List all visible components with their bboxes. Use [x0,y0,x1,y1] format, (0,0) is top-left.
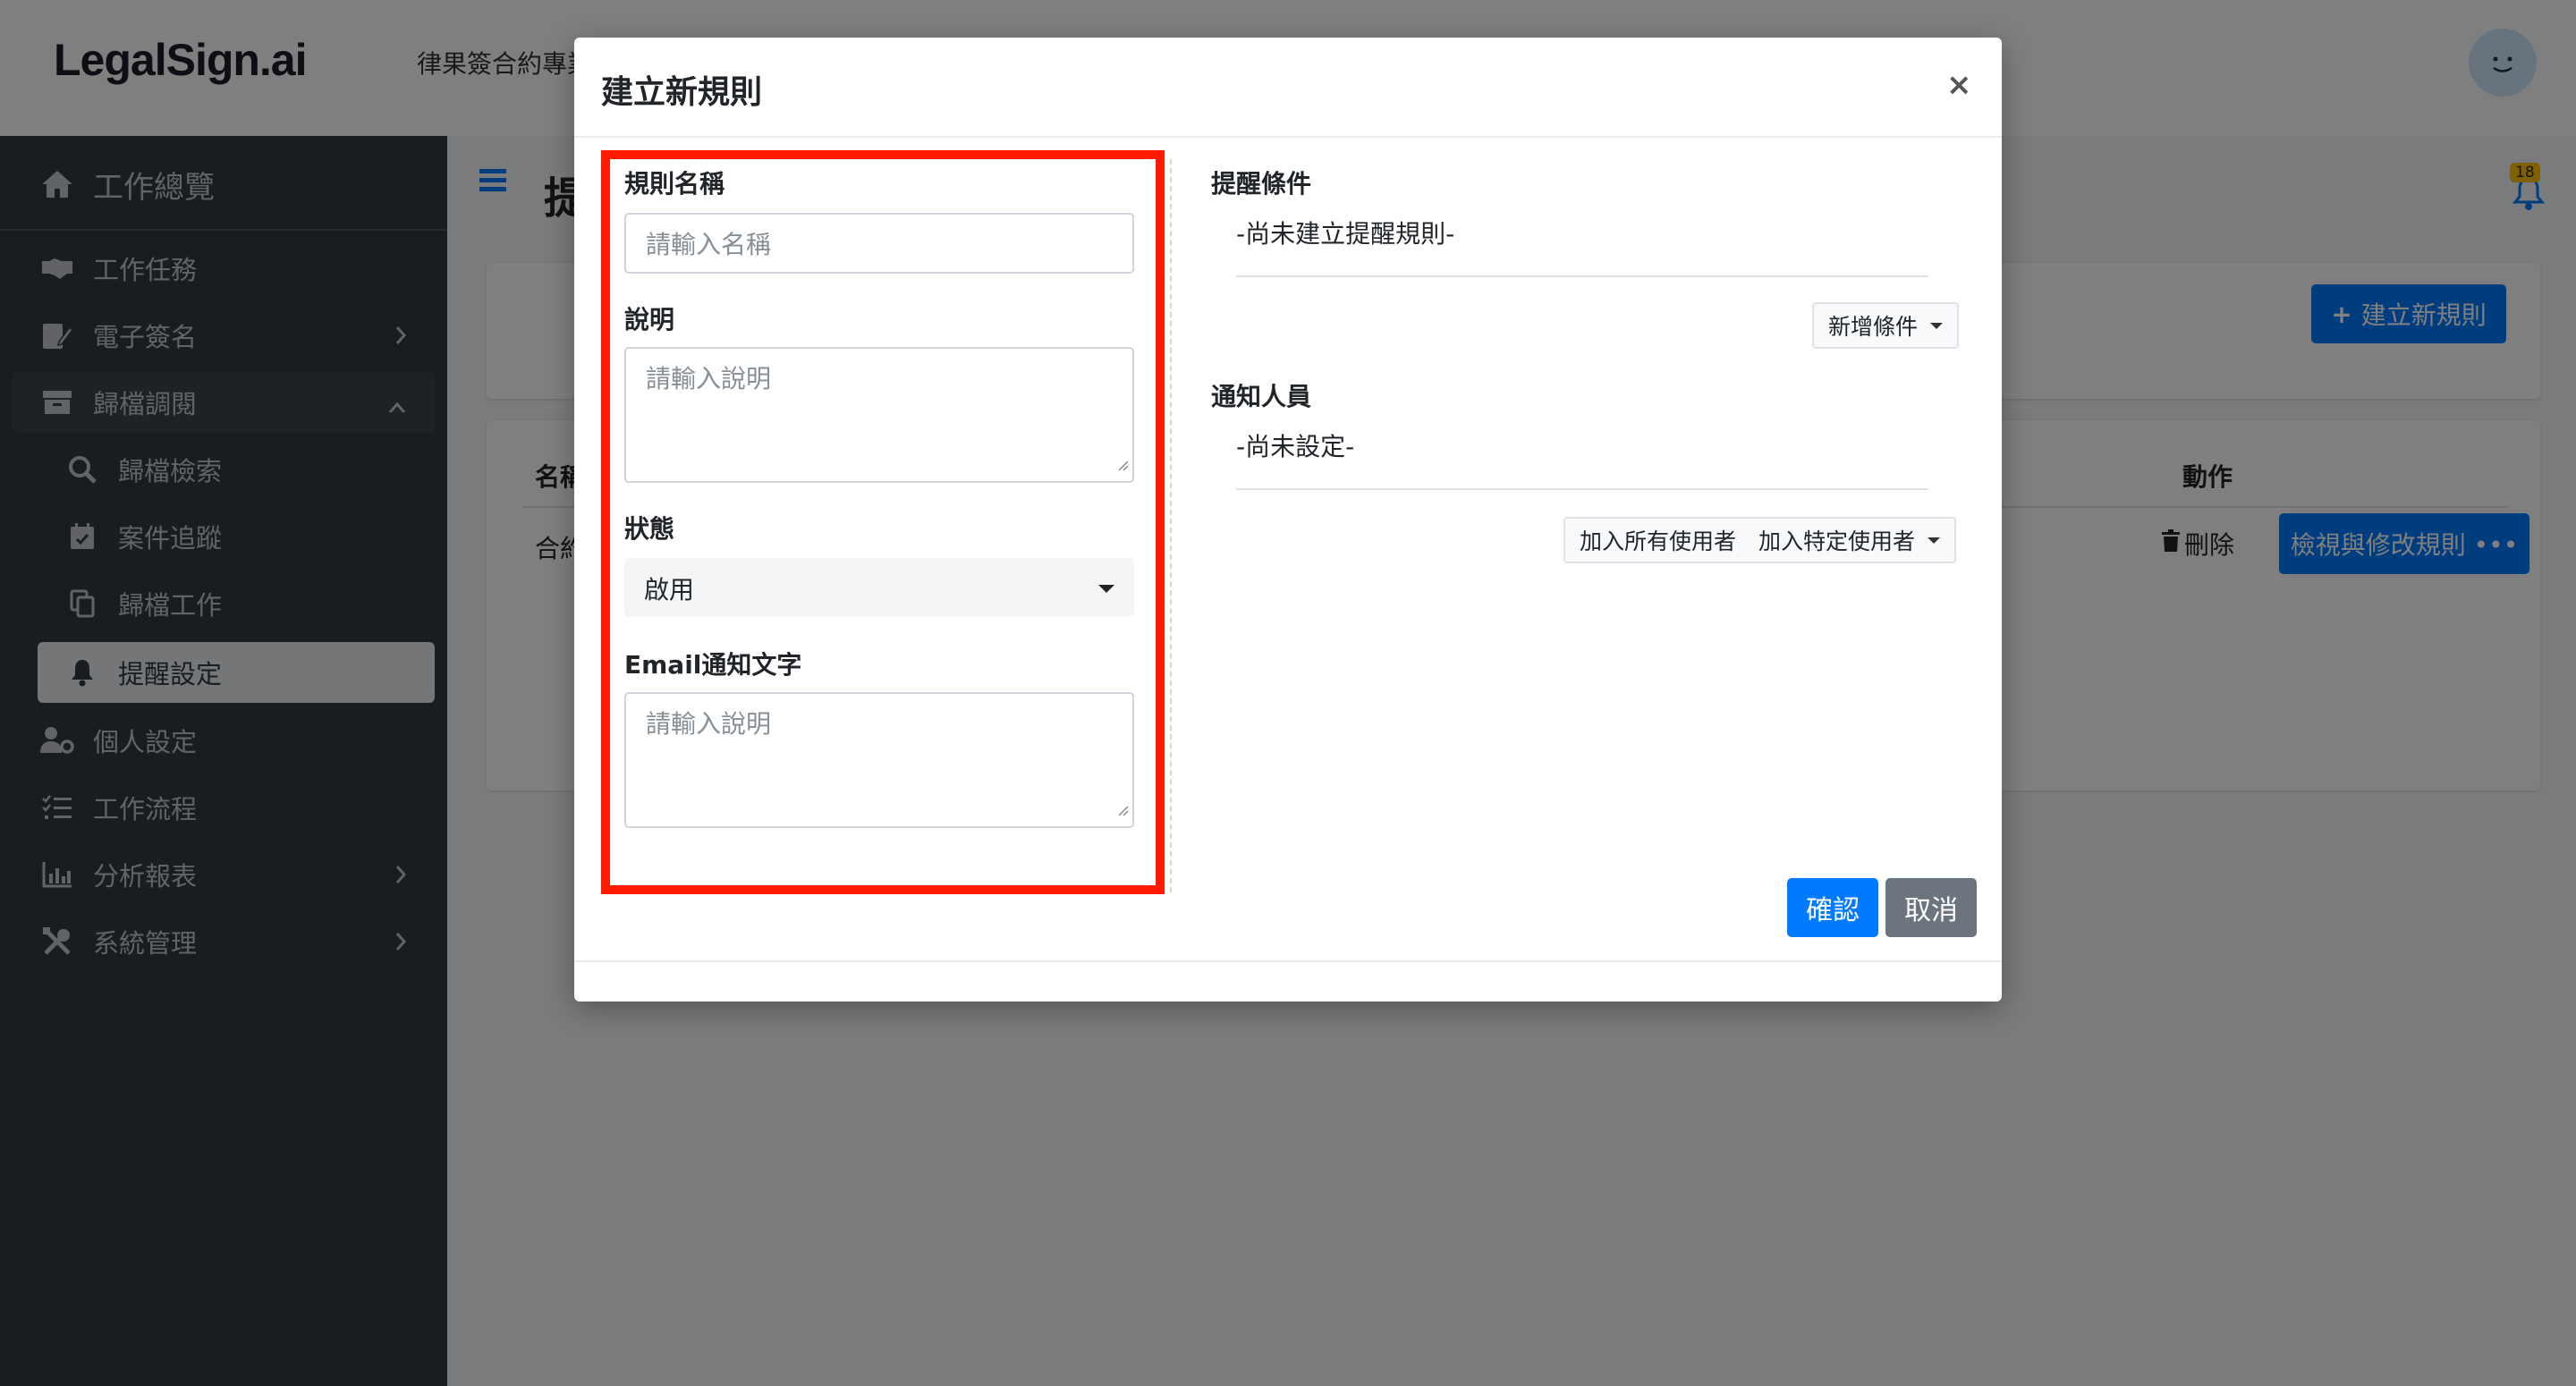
status-label: 狀態 [624,514,675,544]
close-icon[interactable]: × [1946,70,1972,100]
column-divider [1170,159,1172,892]
condition-divider [1236,275,1928,277]
resize-handle-icon[interactable] [1114,793,1129,823]
caret-down-icon [1098,585,1114,593]
cancel-button[interactable]: 取消 [1885,878,1977,937]
modal-footer-divider [574,960,2002,962]
rule-name-input[interactable]: 請輸入名稱 [624,213,1134,274]
email-text-label: Email通知文字 [624,650,802,680]
status-value: 啟用 [644,575,695,604]
notify-people-empty: -尚未設定- [1236,432,1355,461]
caret-down-icon [1928,537,1941,544]
modal-header: 建立新規則 × [574,38,2002,138]
description-label: 說明 [624,305,675,334]
modal-title: 建立新規則 [601,74,763,111]
email-text-textarea[interactable]: 請輸入說明 [624,692,1134,828]
status-select[interactable]: 啟用 [624,558,1134,617]
caret-down-icon [1930,322,1944,329]
rule-name-label: 規則名稱 [624,169,725,199]
add-condition-dropdown[interactable]: 新增條件 [1812,302,1960,349]
notify-people-label: 通知人員 [1211,382,1312,411]
email-text-placeholder: 請輸入說明 [646,709,772,739]
description-placeholder: 請輸入說明 [646,364,772,393]
add-all-users-button[interactable]: 加入所有使用者 [1563,517,1753,563]
description-textarea[interactable]: 請輸入說明 [624,347,1134,483]
add-specific-users-label: 加入特定使用者 [1758,528,1916,554]
resize-handle-icon[interactable] [1114,448,1129,477]
notify-divider [1236,488,1928,490]
reminder-condition-empty: -尚未建立提醒規則- [1236,219,1455,249]
add-specific-users-dropdown[interactable]: 加入特定使用者 [1744,517,1957,563]
confirm-button[interactable]: 確認 [1787,878,1878,937]
add-condition-label: 新增條件 [1828,314,1919,340]
reminder-condition-label: 提醒條件 [1211,169,1312,199]
create-rule-modal: 建立新規則 × 規則名稱 請輸入名稱 說明 請輸入說明 狀態 啟用 Email通… [574,38,2002,1001]
